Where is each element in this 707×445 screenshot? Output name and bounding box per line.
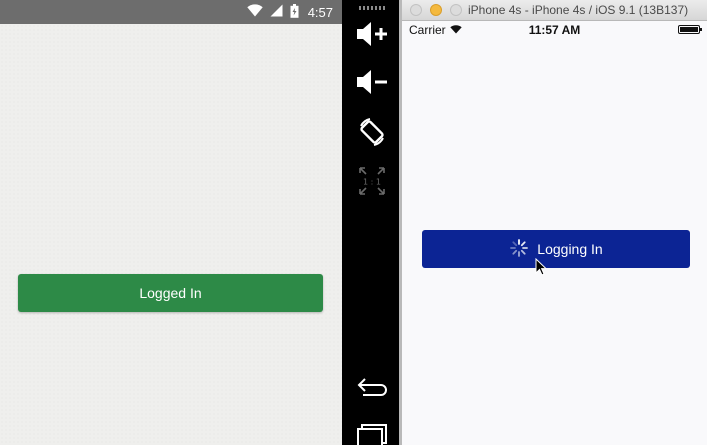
wifi-icon [246,4,263,20]
spinner-icon [509,238,529,261]
battery-icon [678,25,702,34]
ios-clock: 11:57 AM [528,23,581,37]
volume-up-icon[interactable] [342,18,401,50]
window-close-button[interactable] [410,4,422,16]
screen: 4:57 Logged In 1: 1 iPhone 4s - iPhone … [0,0,707,445]
logged-in-button-label: Logged In [139,285,202,301]
window-title: iPhone 4s - iPhone 4s / iOS 9.1 (13B137) [468,3,689,17]
window-zoom-button[interactable] [450,4,462,16]
emulator-toolbar: 1 : 1 [342,0,401,445]
logging-in-button-label: Logging In [537,241,603,257]
android-clock: 4:57 [307,4,333,20]
window-titlebar[interactable]: iPhone 4s - iPhone 4s / iOS 9.1 (13B137) [402,0,707,21]
window-minimize-button[interactable] [430,4,442,16]
logging-in-button[interactable]: Logging In [422,230,690,268]
scale-1-1-icon[interactable]: 1 : 1 [342,164,401,198]
battery-icon [290,3,299,21]
scale-label: 1 : 1 [363,178,381,187]
toolbar-grip-handle[interactable] [359,6,386,10]
mouse-cursor-icon [535,257,548,281]
signal-icon [270,4,283,20]
rotate-icon[interactable] [342,114,401,150]
android-status-bar: 4:57 [0,0,342,24]
recent-apps-icon[interactable] [342,422,401,445]
ios-status-bar: Carrier 11:57 AM [402,21,707,39]
logged-in-button[interactable]: Logged In [18,274,323,312]
ios-simulator-window: iPhone 4s - iPhone 4s / iOS 9.1 (13B137)… [402,0,707,445]
back-icon[interactable] [342,372,401,400]
android-screen: 4:57 Logged In [0,0,342,445]
volume-down-icon[interactable] [342,66,401,98]
